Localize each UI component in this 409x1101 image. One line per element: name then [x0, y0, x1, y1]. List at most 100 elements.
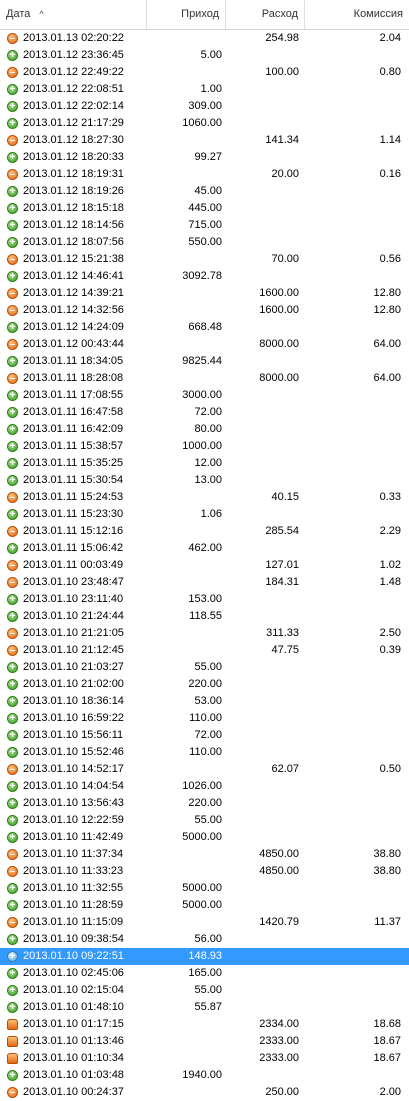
table-row[interactable]: 2013.01.10 01:13:46 2333.00 18.67	[0, 1033, 409, 1050]
table-row[interactable]: 2013.01.10 01:17:15 2334.00 18.68	[0, 1016, 409, 1033]
cell-date: –2013.01.11 15:12:16	[0, 523, 147, 540]
table-row[interactable]: –2013.01.10 23:48:47 184.31 1.48	[0, 574, 409, 591]
table-row[interactable]: –2013.01.10 21:21:05 311.33 2.50	[0, 625, 409, 642]
cell-date: –2013.01.10 11:15:09	[0, 914, 147, 931]
table-row[interactable]: +2013.01.11 15:23:30 1.06	[0, 506, 409, 523]
table-row[interactable]: –2013.01.12 22:49:22 100.00 0.80	[0, 64, 409, 81]
cell-date: +2013.01.10 02:15:04	[0, 982, 147, 999]
table-row[interactable]: +2013.01.12 14:24:09 668.48	[0, 319, 409, 336]
income-plus-icon: +	[7, 458, 18, 469]
table-row[interactable]: +2013.01.12 21:17:29 1060.00	[0, 115, 409, 132]
cell-expense: 2334.00	[259, 1018, 299, 1030]
table-row[interactable]: +2013.01.10 01:48:10 55.87	[0, 999, 409, 1016]
table-row[interactable]: –2013.01.12 15:21:38 70.00 0.56	[0, 251, 409, 268]
table-row[interactable]: –2013.01.10 11:33:23 4850.00 38.80	[0, 863, 409, 880]
date-text: 2013.01.10 11:37:34	[23, 848, 124, 860]
table-row[interactable]: +2013.01.10 01:03:48 1940.00	[0, 1067, 409, 1084]
income-plus-icon: +	[7, 747, 18, 758]
table-row[interactable]: –2013.01.10 00:24:37 250.00 2.00	[0, 1084, 409, 1101]
table-row[interactable]: –2013.01.10 11:15:09 1420.79 11.37	[0, 914, 409, 931]
table-row[interactable]: +2013.01.10 23:11:40 153.00	[0, 591, 409, 608]
expense-minus-icon: –	[7, 254, 18, 265]
table-row[interactable]: –2013.01.11 00:03:49 127.01 1.02	[0, 557, 409, 574]
expense-minus-icon: –	[7, 169, 18, 180]
table-row[interactable]: +2013.01.10 12:22:59 55.00	[0, 812, 409, 829]
cell-fee	[305, 608, 409, 625]
table-row[interactable]: +2013.01.10 15:52:46 110.00	[0, 744, 409, 761]
cell-expense	[226, 591, 305, 608]
table-row[interactable]: +2013.01.12 14:46:41 3092.78	[0, 268, 409, 285]
table-row[interactable]: +2013.01.11 16:42:09 80.00	[0, 421, 409, 438]
table-row[interactable]: –2013.01.12 14:32:56 1600.00 12.80	[0, 302, 409, 319]
table-row[interactable]: +2013.01.12 22:02:14 309.00	[0, 98, 409, 115]
table-row[interactable]: –2013.01.11 15:24:53 40.15 0.33	[0, 489, 409, 506]
table-row[interactable]: +2013.01.12 22:08:51 1.00	[0, 81, 409, 98]
table-row[interactable]: +2013.01.11 15:38:57 1000.00	[0, 438, 409, 455]
table-row[interactable]: +2013.01.11 15:30:54 13.00	[0, 472, 409, 489]
cell-date: +2013.01.12 22:08:51	[0, 81, 147, 98]
date-text: 2013.01.12 18:19:26	[23, 185, 124, 197]
cell-income: 1026.00	[182, 780, 222, 792]
table-row[interactable]: +2013.01.10 16:59:22 110.00	[0, 710, 409, 727]
column-header-expense[interactable]: Расход	[226, 0, 305, 29]
table-row[interactable]: –2013.01.10 21:12:45 47.75 0.39	[0, 642, 409, 659]
cell-expense	[226, 880, 305, 897]
cell-fee: 2.29	[379, 525, 401, 537]
column-header-fee[interactable]: Комиссия	[305, 0, 409, 29]
table-row[interactable]: +2013.01.11 15:06:42 462.00	[0, 540, 409, 557]
table-row[interactable]: +2013.01.12 18:15:18 445.00	[0, 200, 409, 217]
date-text: 2013.01.12 14:39:21	[23, 287, 124, 299]
table-row[interactable]: +2013.01.12 18:14:56 715.00	[0, 217, 409, 234]
table-row[interactable]: +2013.01.10 21:02:00 220.00	[0, 676, 409, 693]
cell-date: +2013.01.11 15:30:54	[0, 472, 147, 489]
table-row[interactable]: +2013.01.12 18:20:33 99.27	[0, 149, 409, 166]
cell-fee: 18.67	[373, 1052, 401, 1064]
table-row[interactable]: 2013.01.10 01:10:34 2333.00 18.67	[0, 1050, 409, 1067]
cell-income: 165.00	[188, 967, 222, 979]
table-row[interactable]: +2013.01.11 18:34:05 9825.44	[0, 353, 409, 370]
cell-expense: 70.00	[271, 253, 299, 265]
table-row[interactable]: +2013.01.12 18:19:26 45.00	[0, 183, 409, 200]
table-row[interactable]: +2013.01.10 18:36:14 53.00	[0, 693, 409, 710]
table-row[interactable]: +2013.01.10 11:28:59 5000.00	[0, 897, 409, 914]
date-text: 2013.01.10 13:56:43	[23, 797, 124, 809]
cell-date: +2013.01.12 18:14:56	[0, 217, 147, 234]
income-plus-icon: +	[7, 883, 18, 894]
table-row[interactable]: –2013.01.10 14:52:17 62.07 0.50	[0, 761, 409, 778]
table-row[interactable]: +2013.01.10 09:22:51 148.93	[0, 948, 409, 965]
column-header-income[interactable]: Приход	[147, 0, 226, 29]
table-row[interactable]: –2013.01.12 18:27:30 141.34 1.14	[0, 132, 409, 149]
cell-date: +2013.01.11 15:35:25	[0, 455, 147, 472]
table-row[interactable]: –2013.01.12 18:19:31 20.00 0.16	[0, 166, 409, 183]
cell-fee	[305, 999, 409, 1016]
table-row[interactable]: +2013.01.10 02:15:04 55.00	[0, 982, 409, 999]
table-row[interactable]: +2013.01.11 16:47:58 72.00	[0, 404, 409, 421]
table-row[interactable]: –2013.01.11 15:12:16 285.54 2.29	[0, 523, 409, 540]
cell-income: 55.00	[194, 661, 222, 673]
table-row[interactable]: –2013.01.10 11:37:34 4850.00 38.80	[0, 846, 409, 863]
table-row[interactable]: +2013.01.10 21:24:44 118.55	[0, 608, 409, 625]
cell-expense	[226, 47, 305, 64]
cell-income: 55.00	[194, 814, 222, 826]
cell-income	[147, 642, 226, 659]
cell-date: +2013.01.10 14:04:54	[0, 778, 147, 795]
cell-expense	[226, 455, 305, 472]
table-row[interactable]: –2013.01.12 14:39:21 1600.00 12.80	[0, 285, 409, 302]
table-row[interactable]: +2013.01.10 13:56:43 220.00	[0, 795, 409, 812]
income-plus-icon: +	[7, 832, 18, 843]
table-row[interactable]: +2013.01.10 11:32:55 5000.00	[0, 880, 409, 897]
table-row[interactable]: +2013.01.11 15:35:25 12.00	[0, 455, 409, 472]
table-row[interactable]: +2013.01.10 15:56:11 72.00	[0, 727, 409, 744]
table-row[interactable]: +2013.01.12 23:36:45 5.00	[0, 47, 409, 64]
table-row[interactable]: +2013.01.10 02:45:06 165.00	[0, 965, 409, 982]
table-row[interactable]: –2013.01.13 02:20:22 254.98 2.04	[0, 30, 409, 47]
table-row[interactable]: +2013.01.10 11:42:49 5000.00	[0, 829, 409, 846]
table-row[interactable]: +2013.01.10 09:38:54 56.00	[0, 931, 409, 948]
table-row[interactable]: +2013.01.11 17:08:55 3000.00	[0, 387, 409, 404]
table-row[interactable]: +2013.01.12 18:07:56 550.00	[0, 234, 409, 251]
table-row[interactable]: –2013.01.11 18:28:08 8000.00 64.00	[0, 370, 409, 387]
column-header-date[interactable]: Дата ^	[0, 0, 147, 29]
table-row[interactable]: +2013.01.10 14:04:54 1026.00	[0, 778, 409, 795]
table-row[interactable]: –2013.01.12 00:43:44 8000.00 64.00	[0, 336, 409, 353]
table-row[interactable]: +2013.01.10 21:03:27 55.00	[0, 659, 409, 676]
